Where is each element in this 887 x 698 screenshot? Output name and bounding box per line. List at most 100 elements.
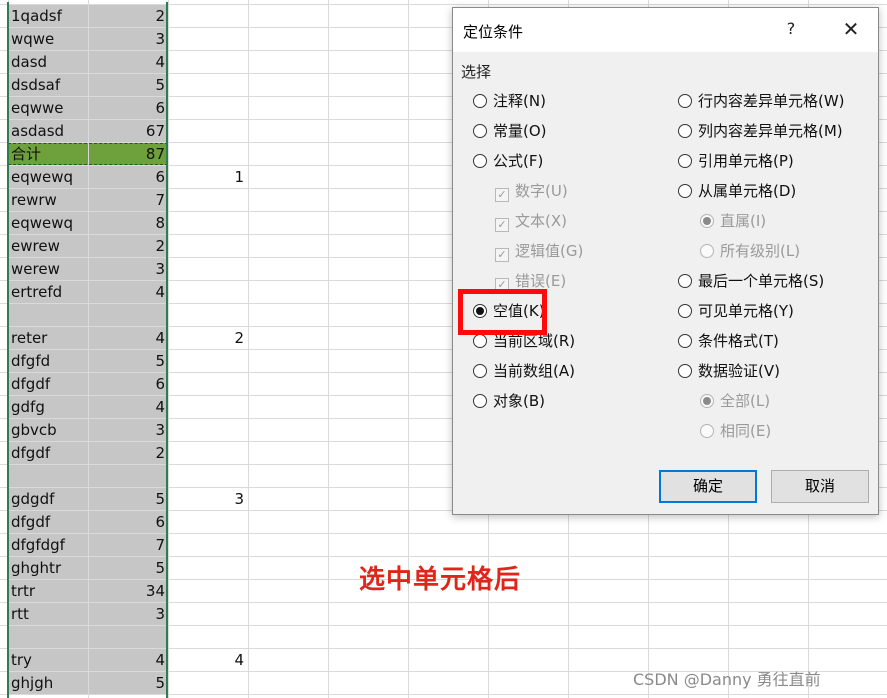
option-label: 对象(B) (493, 392, 545, 410)
option-label: 数字(U) (515, 182, 568, 200)
left-option-4: ✓ 文本(X) (495, 210, 567, 232)
go-to-special-dialog: 定位条件 ? ✕ 选择 注释(N) 常量(O) 公式(F) ✓ 数字(U) ✓ 文本(X) ✓… (452, 7, 879, 515)
left-option-1[interactable]: 常量(O) (473, 120, 547, 142)
option-label: 条件格式(T) (698, 332, 779, 350)
option-label: 全部(L) (720, 392, 771, 410)
annotation-text: 选中单元格后 (359, 565, 522, 595)
option-label: 可见单元格(Y) (698, 302, 794, 320)
cell-group-number[interactable] (168, 304, 248, 326)
right-option-1[interactable]: 列内容差异单元格(M) (678, 120, 843, 142)
cell-group-number[interactable] (168, 626, 248, 648)
option-label: 当前数组(A) (493, 362, 575, 380)
radio-icon (678, 304, 692, 318)
radio-icon (473, 364, 487, 378)
cell-group-number[interactable]: 2 (168, 327, 248, 349)
cell-group-number[interactable] (168, 672, 248, 694)
cell-group-number[interactable] (168, 28, 248, 50)
highlight-box (458, 289, 547, 335)
cell-group-number[interactable] (168, 442, 248, 464)
radio-icon (678, 124, 692, 138)
option-label: 最后一个单元格(S) (698, 272, 825, 290)
option-label: 错误(E) (515, 272, 567, 290)
cell-group-number[interactable] (168, 189, 248, 211)
cell-group-number[interactable] (168, 235, 248, 257)
option-label: 所有级别(L) (720, 242, 801, 260)
right-option-2[interactable]: 引用单元格(P) (678, 150, 794, 172)
checkbox-icon: ✓ (495, 248, 509, 262)
radio-icon (473, 154, 487, 168)
cell-group-number[interactable] (168, 212, 248, 234)
cell-group-number[interactable] (168, 5, 248, 27)
option-label: 行内容差异单元格(W) (698, 92, 845, 110)
watermark-text: CSDN @Danny 勇往直前 (633, 670, 821, 689)
left-option-9[interactable]: 当前数组(A) (473, 360, 575, 382)
cell-group-number[interactable] (168, 419, 248, 441)
cell-group-number[interactable] (168, 557, 248, 579)
right-option-4: 直属(I) (700, 210, 766, 232)
radio-icon (678, 334, 692, 348)
left-option-0[interactable]: 注释(N) (473, 90, 546, 112)
help-button[interactable]: ? (776, 19, 806, 41)
radio-icon (473, 394, 487, 408)
radio-icon (700, 394, 714, 408)
dialog-titlebar: 定位条件 ? ✕ (453, 8, 878, 52)
cancel-button[interactable]: 取消 (771, 470, 869, 503)
cell-group-number[interactable] (168, 74, 248, 96)
cell-group-number[interactable] (168, 580, 248, 602)
option-label: 列内容差异单元格(M) (698, 122, 843, 140)
checkbox-icon: ✓ (495, 188, 509, 202)
cell-group-number[interactable] (168, 534, 248, 556)
left-option-2[interactable]: 公式(F) (473, 150, 543, 172)
cell-group-number[interactable] (168, 281, 248, 303)
radio-icon (678, 94, 692, 108)
right-option-9[interactable]: 数据验证(V) (678, 360, 780, 382)
option-label: 相同(E) (720, 422, 772, 440)
radio-icon (700, 214, 714, 228)
cell-group-number[interactable]: 3 (168, 488, 248, 510)
section-label: 选择 (461, 63, 492, 81)
radio-icon (678, 274, 692, 288)
radio-icon (678, 154, 692, 168)
checkbox-icon: ✓ (495, 218, 509, 232)
cell-group-number[interactable] (168, 120, 248, 142)
option-label: 逻辑值(G) (515, 242, 584, 260)
cell-group-number[interactable] (168, 465, 248, 487)
left-option-3: ✓ 数字(U) (495, 180, 568, 202)
ok-button[interactable]: 确定 (659, 470, 757, 503)
radio-icon (678, 184, 692, 198)
dialog-title: 定位条件 (463, 23, 524, 41)
cell-group-number[interactable] (168, 143, 248, 165)
cell-group-number[interactable]: 1 (168, 166, 248, 188)
option-label: 引用单元格(P) (698, 152, 794, 170)
radio-icon (700, 244, 714, 258)
right-option-3[interactable]: 从属单元格(D) (678, 180, 796, 202)
left-option-10[interactable]: 对象(B) (473, 390, 545, 412)
cell-group-number[interactable] (168, 603, 248, 625)
radio-icon (473, 94, 487, 108)
right-option-7[interactable]: 可见单元格(Y) (678, 300, 794, 322)
option-label: 文本(X) (515, 212, 567, 230)
right-option-0[interactable]: 行内容差异单元格(W) (678, 90, 845, 112)
close-button[interactable]: ✕ (836, 17, 866, 43)
radio-icon (473, 124, 487, 138)
right-option-6[interactable]: 最后一个单元格(S) (678, 270, 824, 292)
right-option-8[interactable]: 条件格式(T) (678, 330, 779, 352)
cell-group-number[interactable] (168, 97, 248, 119)
cell-group-number[interactable] (168, 396, 248, 418)
right-option-10: 全部(L) (700, 390, 770, 412)
radio-icon (473, 334, 487, 348)
cell-group-number[interactable] (168, 258, 248, 280)
right-option-11: 相同(E) (700, 420, 771, 442)
option-label: 注释(N) (493, 92, 546, 110)
option-label: 数据验证(V) (698, 362, 780, 380)
option-label: 公式(F) (493, 152, 544, 170)
radio-icon (678, 364, 692, 378)
option-label: 直属(I) (720, 212, 767, 230)
cell-group-number[interactable]: 4 (168, 649, 248, 671)
option-label: 从属单元格(D) (698, 182, 797, 200)
option-label: 常量(O) (493, 122, 547, 140)
cell-group-number[interactable] (168, 373, 248, 395)
cell-group-number[interactable] (168, 51, 248, 73)
cell-group-number[interactable] (168, 511, 248, 533)
cell-group-number[interactable] (168, 350, 248, 372)
